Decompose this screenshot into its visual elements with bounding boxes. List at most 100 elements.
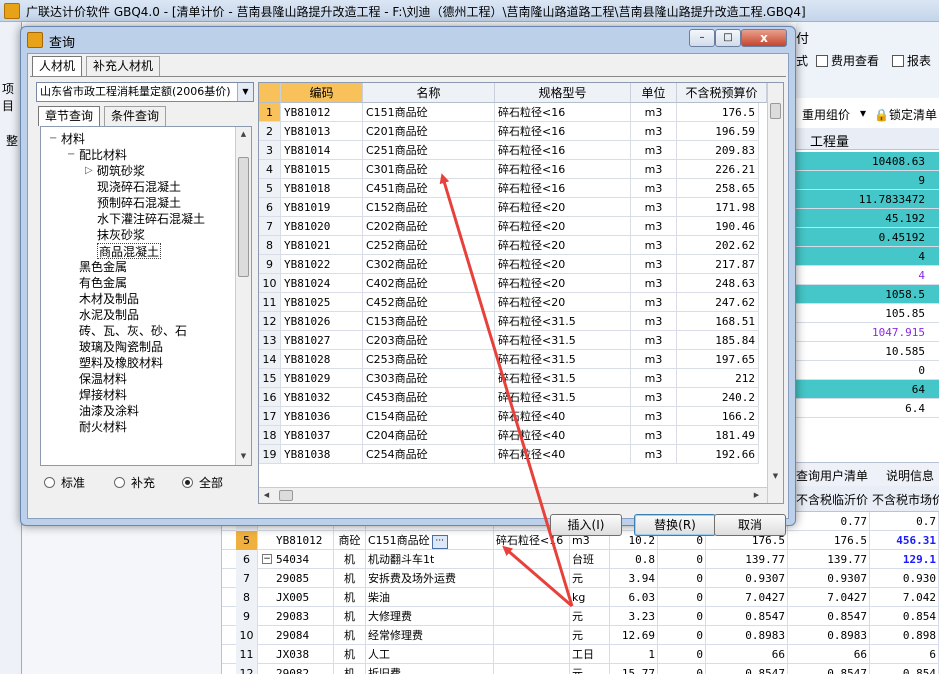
table-row[interactable]: 3 YB81014 C251商品砼 碎石粒径<16 m3 209.83 — [259, 141, 769, 160]
quantity-cell[interactable]: 10408.63 — [796, 152, 939, 171]
tree-collapse-icon[interactable]: − — [67, 147, 75, 163]
material-name[interactable]: C302商品砼 — [363, 255, 495, 274]
material-code[interactable]: YB81025 — [281, 293, 363, 312]
material-spec[interactable]: 碎石粒径<16 — [495, 179, 631, 198]
resource-price[interactable]: 139.77 — [706, 550, 788, 569]
material-code[interactable]: YB81037 — [281, 426, 363, 445]
material-name[interactable]: C251商品砼 — [363, 141, 495, 160]
quantity-cell[interactable]: 10.585 — [796, 342, 939, 361]
menu-item-fu[interactable]: 付 — [796, 28, 809, 47]
table-row[interactable]: 16 YB81032 C453商品砼 碎石粒径<31.5 m3 240.2 — [259, 388, 769, 407]
tree-node[interactable]: 黑色金属 — [79, 259, 127, 275]
cancel-button[interactable]: 取消 — [714, 514, 786, 536]
material-unit[interactable]: m3 — [631, 331, 677, 350]
material-spec[interactable]: 碎石粒径<40 — [495, 426, 631, 445]
resource-name[interactable]: 大修理费 — [366, 607, 494, 626]
row-number[interactable]: 9 — [236, 607, 258, 626]
material-spec[interactable]: 碎石粒径<31.5 — [495, 388, 631, 407]
col-header-name[interactable]: 名称 — [363, 83, 495, 103]
tree-node[interactable]: 抹灰砂浆 — [97, 227, 145, 243]
radio-standard[interactable]: 标准 — [44, 474, 85, 491]
row-number[interactable]: 12 — [236, 664, 258, 674]
resource-market-price[interactable]: 0.7 — [870, 512, 939, 531]
tree-node[interactable]: 砖、瓦、灰、砂、石 — [79, 323, 187, 339]
material-unit[interactable]: m3 — [631, 293, 677, 312]
material-spec[interactable]: 碎石粒径<31.5 — [495, 312, 631, 331]
tree-node[interactable]: 水泥及制品 — [79, 307, 139, 323]
table-row[interactable]: 4 YB81015 C301商品砼 碎石粒径<16 m3 226.21 — [259, 160, 769, 179]
table-row[interactable]: 15 YB81029 C303商品砼 碎石粒径<31.5 m3 212 — [259, 369, 769, 388]
material-unit[interactable]: m3 — [631, 160, 677, 179]
row-number[interactable]: 8 — [236, 588, 258, 607]
material-unit[interactable]: m3 — [631, 274, 677, 293]
table-row[interactable]: 6 54034 机机动翻斗车1t 台班 0.8 0 139.77 139.77 129.1− — [222, 550, 939, 569]
chevron-down-icon[interactable]: ▾ — [860, 106, 866, 120]
material-unit[interactable]: m3 — [631, 103, 677, 122]
material-name[interactable]: C203商品砼 — [363, 331, 495, 350]
row-number[interactable]: 6 — [236, 550, 258, 569]
tab-query-user-list[interactable]: 查询用户清单 — [796, 467, 868, 484]
row-number[interactable]: 5 — [236, 531, 258, 550]
row-number[interactable]: 9 — [259, 255, 281, 274]
material-spec[interactable]: 碎石粒径<16 — [495, 141, 631, 160]
col-header-price[interactable]: 不含税预算价 — [677, 83, 767, 103]
material-name[interactable]: C402商品砼 — [363, 274, 495, 293]
resource-name[interactable]: C151商品砼 ··· — [366, 531, 494, 550]
material-spec[interactable]: 碎石粒径<20 — [495, 217, 631, 236]
table-row[interactable]: 12 29082 机折旧费元 15.77 0 0.8547 0.8547 0.854 — [222, 664, 939, 674]
resource-local-price[interactable]: 139.77 — [788, 550, 870, 569]
material-spec[interactable]: 碎石粒径<20 — [495, 198, 631, 217]
resource-local-price[interactable]: 7.0427 — [788, 588, 870, 607]
table-row[interactable]: 11 YB81025 C452商品砼 碎石粒径<20 m3 247.62 — [259, 293, 769, 312]
row-number[interactable]: 8 — [259, 236, 281, 255]
resource-code[interactable]: JX038 — [258, 645, 334, 664]
row-number[interactable]: 16 — [259, 388, 281, 407]
resource-spec[interactable] — [494, 626, 570, 645]
material-code[interactable]: YB81022 — [281, 255, 363, 274]
resource-quantity[interactable]: 1 — [610, 645, 658, 664]
row-number[interactable]: 12 — [259, 312, 281, 331]
material-unit[interactable]: m3 — [631, 407, 677, 426]
material-code[interactable]: YB81015 — [281, 160, 363, 179]
resource-quantity-2[interactable]: 0 — [658, 664, 706, 674]
radio-all[interactable]: 全部 — [182, 474, 223, 491]
minimize-button[interactable]: – — [689, 29, 715, 47]
resource-spec[interactable] — [494, 645, 570, 664]
material-spec[interactable]: 碎石粒径<31.5 — [495, 369, 631, 388]
tab-condition-query[interactable]: 条件查询 — [104, 106, 167, 126]
reuse-price-button[interactable]: 重用组价 — [802, 106, 850, 123]
tree-scroll-thumb[interactable] — [238, 157, 249, 277]
material-name[interactable]: C451商品砼 — [363, 179, 495, 198]
material-name[interactable]: C154商品砼 — [363, 407, 495, 426]
resource-unit[interactable]: 台班 — [570, 550, 610, 569]
table-row[interactable]: 6 YB81019 C152商品砼 碎石粒径<20 m3 171.98 — [259, 198, 769, 217]
tab-buchong-rencaiji[interactable]: 补充人材机 — [86, 56, 161, 76]
quantity-cell[interactable]: 9 — [796, 171, 939, 190]
material-price[interactable]: 247.62 — [677, 293, 759, 312]
material-price[interactable]: 226.21 — [677, 160, 759, 179]
tree-node[interactable]: 配比材料 — [79, 147, 127, 163]
resource-unit[interactable]: 元 — [570, 607, 610, 626]
resource-local-price[interactable]: 66 — [788, 645, 870, 664]
material-name[interactable]: C151商品砼 — [363, 103, 495, 122]
material-price[interactable]: 196.59 — [677, 122, 759, 141]
resource-price[interactable]: 0.9307 — [706, 569, 788, 588]
material-unit[interactable]: m3 — [631, 122, 677, 141]
resource-market-price[interactable]: 0.854 — [870, 607, 939, 626]
quantity-cell[interactable]: 4 — [796, 247, 939, 266]
material-unit[interactable]: m3 — [631, 141, 677, 160]
tree-node[interactable]: 水下灌注碎石混凝土 — [97, 211, 205, 227]
material-spec[interactable]: 碎石粒径<20 — [495, 293, 631, 312]
resource-unit[interactable]: 工日 — [570, 645, 610, 664]
row-number[interactable]: 7 — [259, 217, 281, 236]
tab-chapter-query[interactable]: 章节查询 — [38, 106, 101, 126]
resource-local-price[interactable]: 0.8547 — [788, 664, 870, 674]
tree-node[interactable]: 现浇碎石混凝土 — [97, 179, 181, 195]
material-unit[interactable]: m3 — [631, 350, 677, 369]
material-price[interactable]: 240.2 — [677, 388, 759, 407]
tree-scrollbar[interactable]: ▲ ▼ — [235, 127, 251, 465]
material-unit[interactable]: m3 — [631, 312, 677, 331]
table-row[interactable]: 10 YB81024 C402商品砼 碎石粒径<20 m3 248.63 — [259, 274, 769, 293]
insert-button[interactable]: 插入(I) — [550, 514, 622, 536]
resource-code[interactable]: 29085 — [258, 569, 334, 588]
